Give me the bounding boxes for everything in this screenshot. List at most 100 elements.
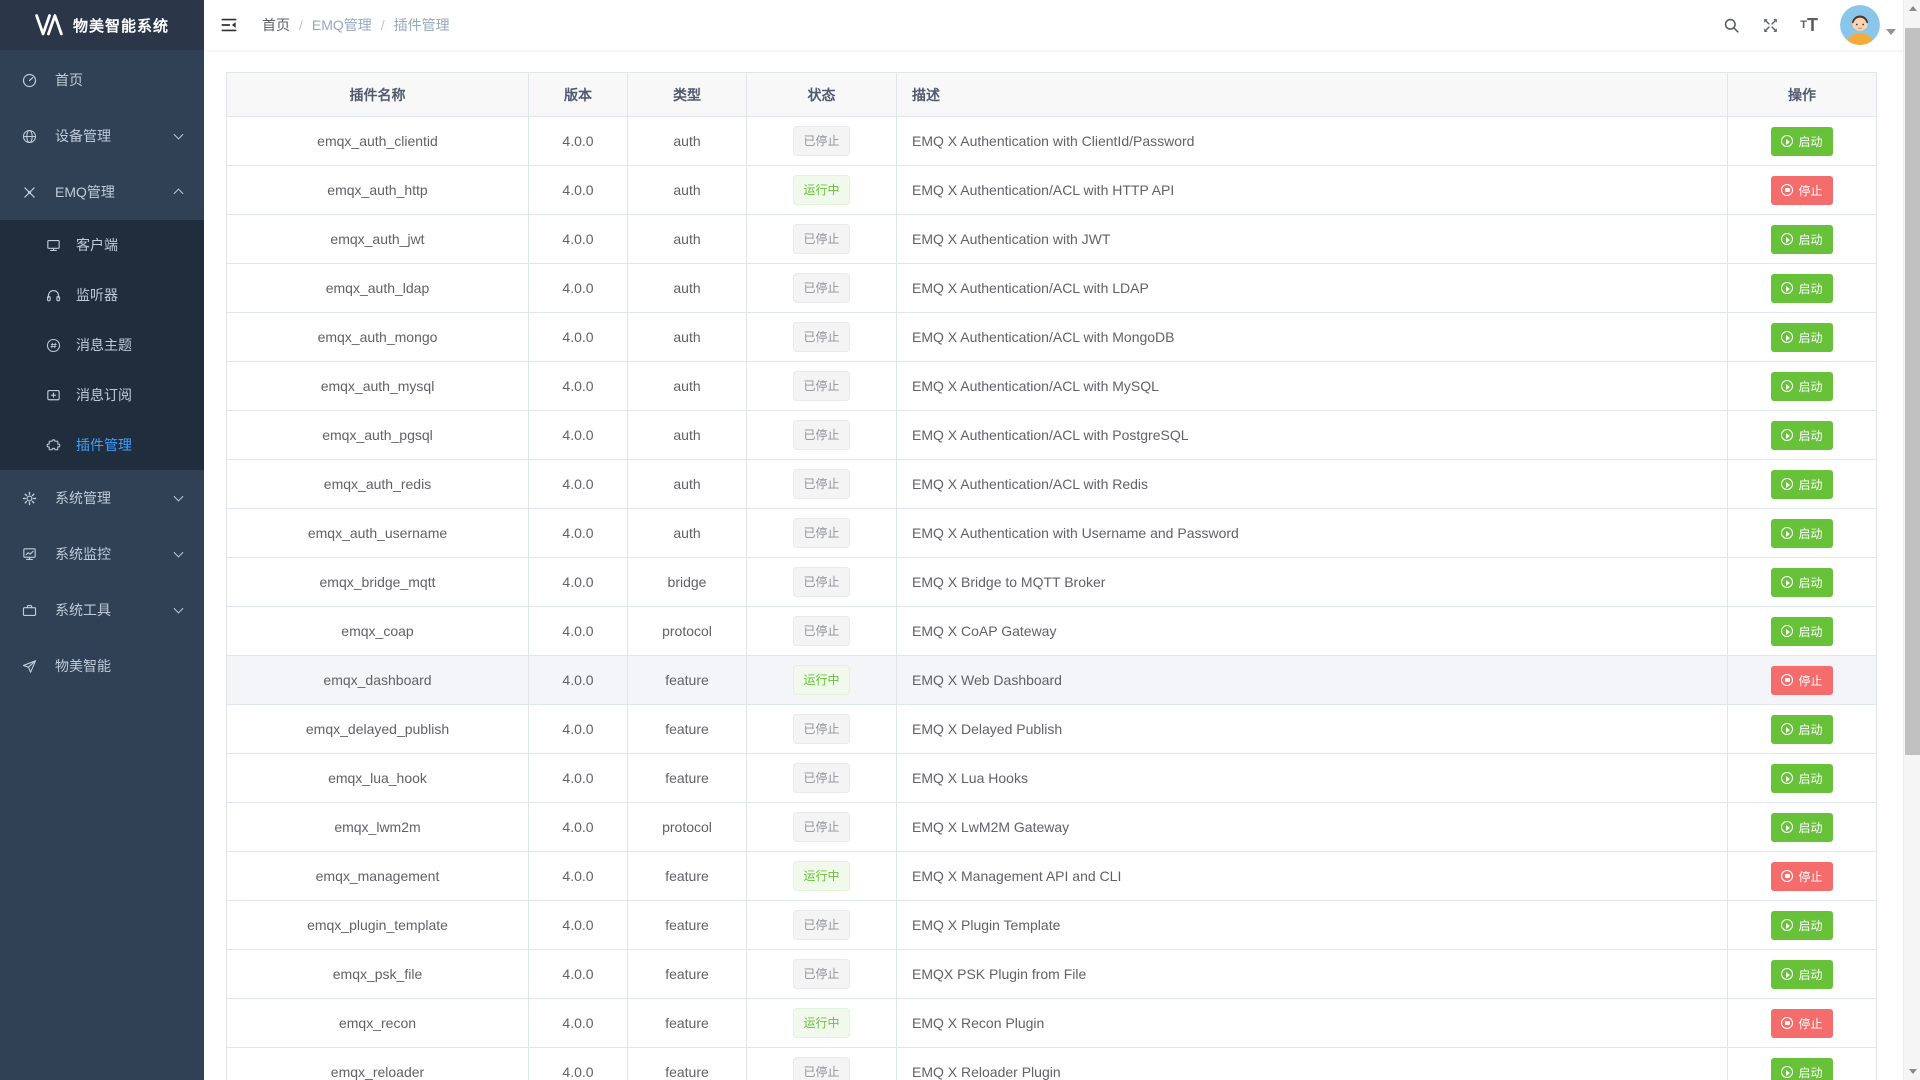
cell-actions: 停止	[1728, 852, 1877, 901]
cell-status: 已停止	[747, 313, 897, 362]
cell-type: auth	[628, 509, 747, 558]
start-button[interactable]: 启动	[1771, 813, 1832, 842]
cell-status: 已停止	[747, 607, 897, 656]
start-button[interactable]: 启动	[1771, 960, 1832, 989]
sidebar-item-listeners[interactable]: 监听器	[0, 270, 204, 320]
status-badge: 已停止	[793, 616, 849, 646]
play-icon	[1781, 429, 1793, 441]
cell-description: EMQX PSK Plugin from File	[897, 950, 1728, 999]
cell-description: EMQ X Authentication with ClientId/Passw…	[897, 117, 1728, 166]
start-button[interactable]: 启动	[1771, 568, 1832, 597]
sidebar-item-topics[interactable]: 消息主题	[0, 320, 204, 370]
play-icon	[1781, 1066, 1793, 1078]
table-row: emqx_lwm2m4.0.0protocol已停止EMQ X LwM2M Ga…	[227, 803, 1877, 852]
system-monitor-icon	[21, 546, 38, 563]
cell-plugin-name: emqx_auth_pgsql	[227, 411, 529, 460]
header-type: 类型	[628, 73, 747, 117]
sidebar-item-home[interactable]: 首页	[0, 52, 204, 108]
cell-type: auth	[628, 313, 747, 362]
table-row: emqx_dashboard4.0.0feature运行中EMQ X Web D…	[227, 656, 1877, 705]
cell-description: EMQ X Authentication/ACL with LDAP	[897, 264, 1728, 313]
cell-type: auth	[628, 166, 747, 215]
sidebar-item-clients[interactable]: 客户端	[0, 220, 204, 270]
start-button[interactable]: 启动	[1771, 323, 1832, 352]
cell-description: EMQ X Authentication/ACL with HTTP API	[897, 166, 1728, 215]
content: 插件名称 版本 类型 状态 描述 操作 emqx_auth_clientid4.…	[204, 50, 1920, 1080]
start-button[interactable]: 启动	[1771, 372, 1832, 401]
play-icon	[1781, 282, 1793, 294]
font-size-icon[interactable]: TT	[1790, 0, 1828, 50]
sidebar-item-subscriptions[interactable]: 消息订阅	[0, 370, 204, 420]
table-row: emqx_management4.0.0feature运行中EMQ X Mana…	[227, 852, 1877, 901]
button-label: 停止	[1798, 182, 1822, 199]
play-icon	[1781, 135, 1793, 147]
start-button[interactable]: 启动	[1771, 519, 1832, 548]
cell-plugin-name: emqx_recon	[227, 999, 529, 1048]
table-row: emqx_plugin_template4.0.0feature已停止EMQ X…	[227, 901, 1877, 950]
avatar[interactable]	[1840, 5, 1880, 45]
stop-button[interactable]: 停止	[1771, 666, 1832, 695]
start-button[interactable]: 启动	[1771, 127, 1832, 156]
cell-description: EMQ X CoAP Gateway	[897, 607, 1728, 656]
stop-button[interactable]: 停止	[1771, 1009, 1832, 1038]
start-button[interactable]: 启动	[1771, 1058, 1832, 1080]
cell-actions: 启动	[1728, 950, 1877, 999]
cell-status: 已停止	[747, 901, 897, 950]
scrollbar-down-arrow-icon[interactable]	[1904, 1063, 1920, 1080]
cell-actions: 启动	[1728, 901, 1877, 950]
cell-plugin-name: emqx_lwm2m	[227, 803, 529, 852]
cell-actions: 启动	[1728, 558, 1877, 607]
stop-button[interactable]: 停止	[1771, 862, 1832, 891]
main-area: 首页 / EMQ管理 / 插件管理 TT	[204, 0, 1920, 1080]
cell-plugin-name: emqx_auth_clientid	[227, 117, 529, 166]
play-icon	[1781, 576, 1793, 588]
cell-actions: 启动	[1728, 264, 1877, 313]
breadcrumb-home[interactable]: 首页	[262, 15, 290, 35]
cell-version: 4.0.0	[529, 950, 628, 999]
sidebar-item-emq[interactable]: EMQ管理	[0, 164, 204, 220]
sidebar-item-wumei-smart[interactable]: 物美智能	[0, 638, 204, 694]
status-badge: 已停止	[793, 567, 849, 597]
cell-actions: 启动	[1728, 607, 1877, 656]
sidebar-toggle-button[interactable]	[204, 0, 254, 50]
cell-actions: 启动	[1728, 803, 1877, 852]
start-button[interactable]: 启动	[1771, 715, 1832, 744]
start-button[interactable]: 启动	[1771, 421, 1832, 450]
stop-button[interactable]: 停止	[1771, 176, 1832, 205]
status-badge: 运行中	[793, 665, 849, 695]
user-menu-caret-icon[interactable]	[1886, 29, 1896, 35]
search-icon[interactable]	[1712, 0, 1751, 50]
button-label: 停止	[1798, 672, 1822, 689]
start-button[interactable]: 启动	[1771, 274, 1832, 303]
play-icon	[1781, 919, 1793, 931]
cell-status: 运行中	[747, 852, 897, 901]
app-logo-icon	[35, 14, 63, 36]
button-label: 启动	[1798, 623, 1822, 640]
logo-bar[interactable]: 物美智能系统	[0, 0, 204, 50]
button-label: 启动	[1798, 721, 1822, 738]
play-icon	[1781, 772, 1793, 784]
start-button[interactable]: 启动	[1771, 470, 1832, 499]
start-button[interactable]: 启动	[1771, 911, 1832, 940]
cell-description: EMQ X Reloader Plugin	[897, 1048, 1728, 1080]
status-badge: 已停止	[793, 812, 849, 842]
scrollbar-thumb[interactable]	[1905, 28, 1920, 755]
sidebar-item-devices[interactable]: 设备管理	[0, 108, 204, 164]
sidebar-item-system-tools[interactable]: 系统工具	[0, 582, 204, 638]
scrollbar-up-arrow-icon[interactable]	[1904, 0, 1920, 17]
sidebar-item-system-monitor[interactable]: 系统监控	[0, 526, 204, 582]
sidebar-item-plugins[interactable]: 插件管理	[0, 420, 204, 470]
vertical-scrollbar[interactable]	[1903, 0, 1920, 1080]
button-label: 启动	[1798, 378, 1822, 395]
start-button[interactable]: 启动	[1771, 617, 1832, 646]
fullscreen-icon[interactable]	[1751, 0, 1790, 50]
start-button[interactable]: 启动	[1771, 225, 1832, 254]
cell-version: 4.0.0	[529, 803, 628, 852]
cell-type: feature	[628, 754, 747, 803]
sidebar-item-system-admin[interactable]: 系统管理	[0, 470, 204, 526]
cell-version: 4.0.0	[529, 362, 628, 411]
play-icon	[1781, 380, 1793, 392]
cell-plugin-name: emqx_auth_ldap	[227, 264, 529, 313]
cell-plugin-name: emqx_auth_http	[227, 166, 529, 215]
start-button[interactable]: 启动	[1771, 764, 1832, 793]
